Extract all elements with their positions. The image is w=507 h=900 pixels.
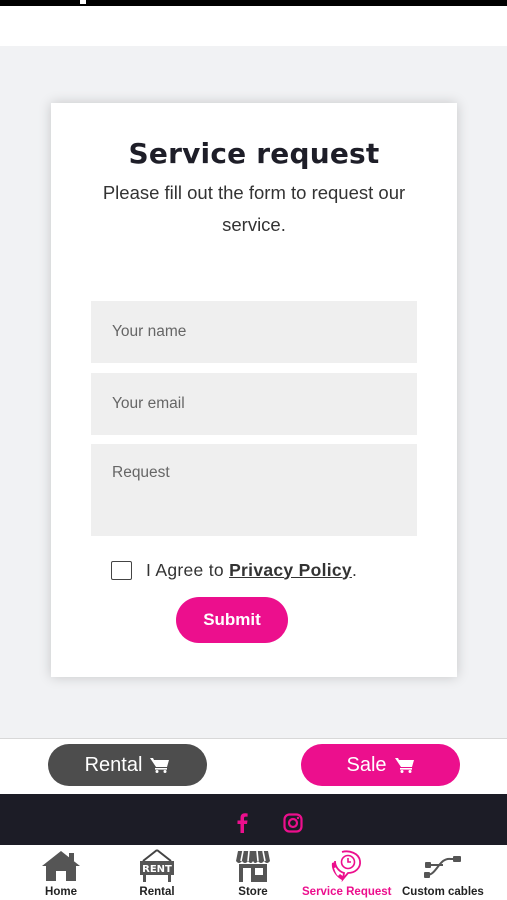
email-input[interactable] [91, 373, 417, 435]
cart-icon [394, 758, 414, 773]
nav-home-label: Home [45, 886, 77, 898]
cart-icon [150, 758, 170, 773]
nav-store-label: Store [238, 886, 268, 898]
header [0, 6, 507, 46]
social-bar [0, 794, 507, 845]
store-icon [236, 850, 270, 882]
agree-prefix: I Agree to [146, 559, 230, 580]
nav-rental[interactable]: RENT Rental [137, 849, 177, 898]
cables-icon [423, 856, 461, 878]
agree-suffix: . [351, 559, 358, 580]
instagram-icon[interactable] [283, 813, 303, 833]
agree-text: I Agree to Privacy Policy. [146, 560, 357, 581]
nav-rental-label: Rental [139, 886, 175, 898]
nav-custom-cables[interactable]: Custom cables [402, 849, 484, 898]
privacy-policy-link[interactable]: Privacy Policy [229, 560, 352, 580]
form-title: Service request [128, 137, 380, 170]
rental-button-label: Rental [84, 753, 143, 776]
sale-button[interactable]: Sale [301, 744, 460, 786]
agree-checkbox[interactable] [111, 560, 132, 580]
rental-button[interactable]: Rental [48, 744, 207, 786]
nav-home[interactable]: Home [40, 849, 82, 898]
service-request-icon [331, 850, 361, 883]
form-subtitle: Please fill out the form to request our … [102, 182, 406, 235]
nav-store[interactable]: Store [235, 849, 271, 898]
nav-service-request-label: Service Request [302, 886, 392, 898]
rent-sign-icon: RENT [140, 849, 174, 882]
nav-service-request[interactable]: Service Request [302, 849, 392, 898]
facebook-icon[interactable] [236, 813, 248, 833]
submit-button[interactable]: Submit [176, 597, 288, 643]
sale-button-label: Sale [346, 753, 387, 776]
nav-custom-cables-label: Custom cables [402, 886, 484, 898]
name-input[interactable] [91, 301, 417, 363]
service-request-card: Service request Please fill out the form… [51, 103, 457, 677]
request-textarea[interactable] [91, 444, 417, 536]
home-icon [42, 851, 80, 881]
divider [0, 738, 507, 739]
svg-text:RENT: RENT [142, 864, 172, 875]
privacy-agreement: I Agree to Privacy Policy. [111, 559, 357, 581]
